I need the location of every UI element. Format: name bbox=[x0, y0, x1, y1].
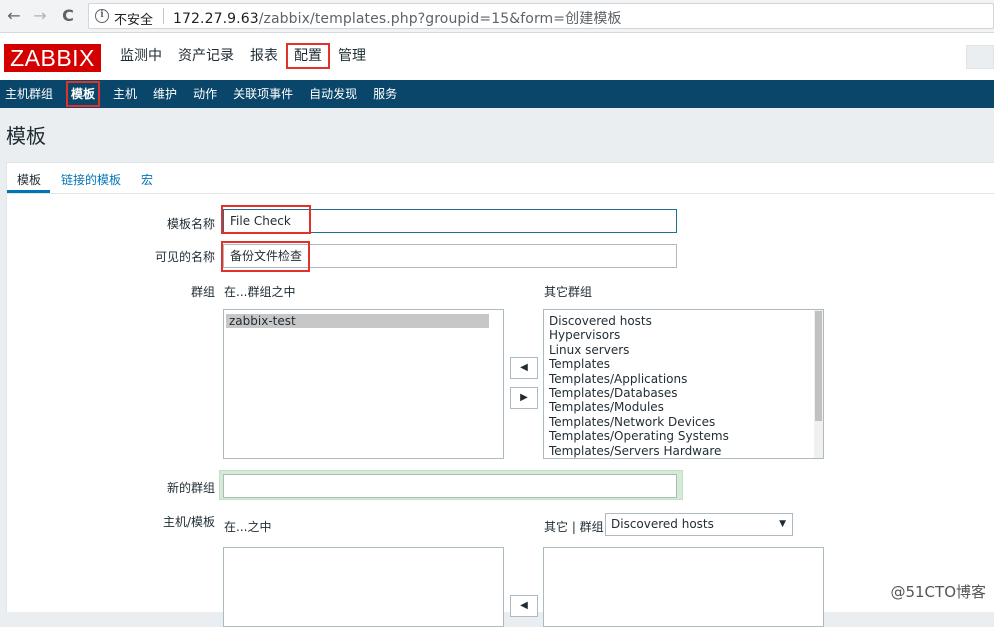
main-menu: 监测中 资产记录 报表 配置 管理 bbox=[112, 43, 374, 69]
menu-reports[interactable]: 报表 bbox=[242, 43, 286, 69]
watermark: @51CTO博客 bbox=[890, 581, 986, 602]
in-hosts-header: 在...之中 bbox=[224, 518, 271, 535]
url-text[interactable]: 172.27.9.63/zabbix/templates.php?groupid… bbox=[173, 8, 622, 28]
list-item[interactable]: Templates/Databases bbox=[544, 386, 823, 400]
menu-monitoring[interactable]: 监测中 bbox=[112, 43, 170, 69]
url-path: /zabbix/templates.php?groupid=15&form=创建… bbox=[259, 11, 622, 27]
reload-icon[interactable]: C bbox=[58, 6, 78, 26]
menu-administration[interactable]: 管理 bbox=[330, 43, 374, 69]
subnav-templates[interactable]: 模板 bbox=[66, 81, 100, 107]
subnav-discovery[interactable]: 自动发现 bbox=[301, 80, 365, 108]
highlight-visible-name bbox=[221, 241, 310, 272]
list-item[interactable]: Templates bbox=[544, 357, 823, 371]
list-item[interactable]: Templates/Operating Systems bbox=[544, 429, 823, 443]
move-host-left-button[interactable]: ◀ bbox=[510, 595, 538, 617]
in-groups-header: 在...群组之中 bbox=[224, 283, 295, 300]
hosts-templates-label: 主机/模板 bbox=[147, 513, 215, 530]
new-group-input[interactable] bbox=[223, 474, 677, 498]
list-item[interactable]: Templates/Modules bbox=[544, 400, 823, 414]
tab-linked-templates[interactable]: 链接的模板 bbox=[61, 171, 121, 188]
active-tab-indicator bbox=[7, 190, 50, 193]
address-bar[interactable]: i 不安全 172.27.9.63/zabbix/templates.php?g… bbox=[88, 3, 994, 29]
highlight-template-name bbox=[221, 205, 311, 234]
menu-inventory[interactable]: 资产记录 bbox=[170, 43, 242, 69]
insecure-label: 不安全 bbox=[114, 9, 153, 28]
in-groups-list[interactable]: zabbix-test bbox=[223, 309, 504, 459]
search-box[interactable] bbox=[966, 45, 994, 69]
chevron-down-icon: ▼ bbox=[779, 514, 786, 535]
groups-label: 群组 bbox=[167, 283, 215, 300]
list-item[interactable]: zabbix-test bbox=[226, 314, 489, 328]
sub-navigation: 主机群组 模板 主机 维护 动作 关联项事件 自动发现 服务 bbox=[0, 80, 994, 108]
visible-name-label: 可见的名称 bbox=[137, 248, 215, 265]
list-item[interactable]: Linux servers bbox=[544, 343, 823, 357]
subnav-actions[interactable]: 动作 bbox=[185, 80, 225, 108]
other-hosts-header: 其它 | 群组 bbox=[544, 518, 604, 535]
list-item[interactable]: Templates/Servers Hardware bbox=[544, 444, 823, 458]
list-item[interactable]: Hypervisors bbox=[544, 328, 823, 342]
host-group-select-value: Discovered hosts bbox=[611, 517, 714, 531]
menu-configuration[interactable]: 配置 bbox=[286, 43, 330, 69]
subnav-host-groups[interactable]: 主机群组 bbox=[0, 80, 61, 108]
other-groups-header: 其它群组 bbox=[544, 283, 592, 300]
subnav-hosts[interactable]: 主机 bbox=[105, 80, 145, 108]
list-item[interactable]: Templates/Network Devices bbox=[544, 415, 823, 429]
zabbix-logo[interactable]: ZABBIX bbox=[4, 44, 101, 72]
tab-macros[interactable]: 宏 bbox=[141, 171, 153, 188]
subnav-services[interactable]: 服务 bbox=[365, 80, 405, 108]
page-title: 模板 bbox=[6, 120, 46, 149]
subnav-maintenance[interactable]: 维护 bbox=[145, 80, 185, 108]
template-name-label: 模板名称 bbox=[147, 215, 215, 232]
back-icon[interactable]: ← bbox=[4, 6, 24, 26]
forward-icon[interactable]: → bbox=[30, 6, 50, 26]
other-groups-list[interactable]: Discovered hosts Hypervisors Linux serve… bbox=[543, 309, 824, 459]
move-right-button[interactable]: ▶ bbox=[510, 387, 538, 409]
app-header: ZABBIX 监测中 资产记录 报表 配置 管理 bbox=[0, 33, 994, 80]
tab-bar: 模板 链接的模板 宏 bbox=[7, 163, 994, 194]
tab-template[interactable]: 模板 bbox=[17, 171, 41, 188]
in-hosts-list[interactable] bbox=[223, 547, 504, 627]
browser-toolbar: ← → C i 不安全 172.27.9.63/zabbix/templates… bbox=[0, 0, 994, 33]
host-group-select[interactable]: Discovered hosts ▼ bbox=[605, 513, 793, 536]
other-hosts-list[interactable] bbox=[543, 547, 824, 627]
list-item[interactable]: Templates/Applications bbox=[544, 372, 823, 386]
new-group-label: 新的群组 bbox=[147, 479, 215, 496]
url-divider bbox=[163, 8, 164, 24]
list-item[interactable]: Discovered hosts bbox=[544, 314, 823, 328]
form-panel: 模板 链接的模板 宏 模板名称 File Check 可见的名称 备份文件检查 … bbox=[6, 162, 994, 612]
info-icon[interactable]: i bbox=[95, 9, 109, 23]
scrollbar-thumb[interactable] bbox=[815, 311, 822, 421]
move-left-button[interactable]: ◀ bbox=[510, 357, 538, 379]
scrollbar[interactable] bbox=[814, 310, 823, 458]
subnav-correlations[interactable]: 关联项事件 bbox=[225, 80, 301, 108]
url-host: 172.27.9.63 bbox=[173, 11, 259, 27]
